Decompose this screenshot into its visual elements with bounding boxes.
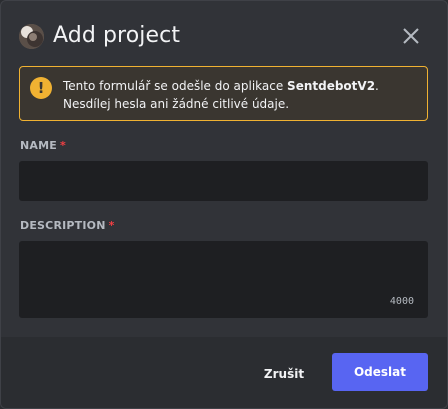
warning-text: Tento formulář se odešle do aplikace Sen… (63, 77, 423, 113)
cancel-button[interactable]: Zrušit (249, 355, 319, 393)
submit-button[interactable]: Odeslat (332, 353, 428, 391)
avatar-image (19, 24, 44, 49)
description-label-text: DESCRIPTION (20, 219, 106, 232)
warning-icon-glyph: ! (37, 79, 45, 97)
description-required-mark: * (108, 219, 115, 232)
warning-icon: ! (30, 77, 52, 99)
name-label: NAME * (20, 139, 66, 152)
warning-app-name: SentdebotV2 (287, 79, 376, 93)
name-required-mark: * (59, 139, 66, 152)
close-icon[interactable] (400, 25, 422, 47)
dialog-footer: Zrušit Odeslat (1, 337, 447, 408)
dialog-header: Add project (1, 1, 447, 65)
warning-banner: ! Tento formulář se odešle do aplikace S… (19, 66, 428, 121)
add-project-dialog: Add project ! Tento formulář se odešle d… (0, 0, 448, 409)
name-label-text: NAME (20, 139, 57, 152)
name-input[interactable] (19, 161, 428, 201)
description-char-counter: 4000 (389, 296, 414, 307)
warning-text-before: Tento formulář se odešle do aplikace (63, 79, 288, 93)
description-label: DESCRIPTION * (20, 219, 115, 232)
app-avatar-icon (19, 24, 44, 49)
dialog-title: Add project (53, 23, 181, 48)
